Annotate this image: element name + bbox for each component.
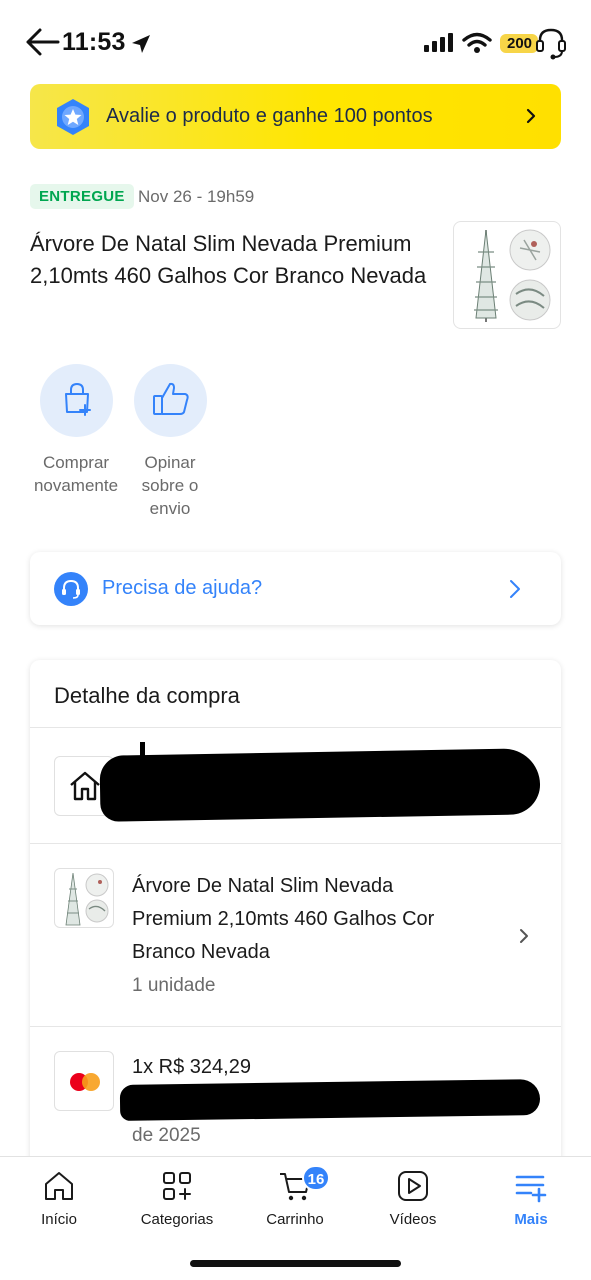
wifi-icon <box>462 32 492 53</box>
product-image[interactable] <box>453 221 561 329</box>
nav-item-inicio[interactable]: Início <box>4 1169 114 1228</box>
payment-date: de 2025 <box>132 1125 201 1146</box>
buy-again-action[interactable]: Comprar novamente <box>28 364 124 497</box>
payment-method-box <box>54 1051 114 1111</box>
thumbs-up-icon <box>152 382 189 415</box>
item-image[interactable] <box>54 868 114 928</box>
redacted-payment-info <box>119 1079 541 1121</box>
menu-plus-icon <box>515 1175 547 1203</box>
buy-again-label: Comprar novamente <box>33 453 119 495</box>
divider <box>30 727 561 728</box>
signal-icon <box>424 33 453 52</box>
nav-label: Início <box>41 1211 77 1228</box>
headset-icon <box>536 28 566 60</box>
nav-item-mais[interactable]: Mais <box>476 1169 586 1228</box>
rate-shipping-button[interactable] <box>133 364 207 437</box>
help-label: Precisa de ajuda? <box>102 577 263 599</box>
rate-shipping-label: Opinar sobre o envio <box>141 453 199 518</box>
status-bar: 11:53 200 <box>0 0 591 84</box>
battery-level: 200 <box>507 35 533 52</box>
nav-label: Vídeos <box>389 1211 437 1228</box>
nav-item-videos[interactable]: Vídeos <box>358 1169 468 1228</box>
redacted-mark <box>140 742 145 820</box>
chevron-right-icon <box>510 580 520 598</box>
rate-shipping-action[interactable]: Opinar sobre o envio <box>122 364 218 520</box>
nav-item-categorias[interactable]: Categorias <box>122 1169 232 1228</box>
star-badge-icon <box>57 99 89 135</box>
headset-support-icon <box>54 572 88 606</box>
bag-plus-icon <box>64 382 91 416</box>
divider <box>30 843 561 844</box>
nav-label: Categorias <box>140 1211 214 1228</box>
cart-count-badge: 16 <box>302 1165 330 1191</box>
item-title[interactable]: Árvore De Natal Slim Nevada Premium 2,10… <box>132 870 462 969</box>
categories-icon <box>163 1172 191 1200</box>
item-quantity: 1 unidade <box>132 975 216 996</box>
mastercard-icon <box>70 1073 100 1091</box>
chevron-right-icon[interactable] <box>518 927 530 945</box>
payment-amount: 1x R$ 324,29 <box>132 1056 251 1078</box>
nav-item-carrinho[interactable]: 16 Carrinho <box>240 1165 350 1228</box>
christmas-tree-image <box>65 872 109 926</box>
video-icon <box>398 1171 428 1201</box>
product-title[interactable]: Árvore De Natal Slim Nevada Premium 2,10… <box>30 228 430 292</box>
purchase-details-title: Detalhe da compra <box>54 683 240 708</box>
nav-label: Mais <box>514 1211 548 1228</box>
buy-again-button[interactable] <box>39 364 113 437</box>
chevron-right-icon <box>526 108 536 124</box>
divider <box>30 1026 561 1027</box>
nav-label: Carrinho <box>266 1211 324 1228</box>
review-promo-banner[interactable]: Avalie o produto e ganhe 100 pontos <box>30 84 561 149</box>
promo-text: Avalie o produto e ganhe 100 pontos <box>106 105 433 127</box>
clock-time: 11:53 <box>62 28 126 56</box>
redacted-address <box>99 748 541 822</box>
status-badge: ENTREGUE <box>30 184 134 209</box>
location-arrow-icon <box>132 35 150 53</box>
home-icon <box>70 771 100 801</box>
home-indicator <box>190 1260 401 1267</box>
home-icon <box>45 1172 73 1200</box>
battery-indicator: 200 <box>500 34 538 53</box>
help-card[interactable]: Precisa de ajuda? <box>30 552 561 625</box>
order-date: Nov 26 - 19h59 <box>138 187 255 206</box>
christmas-tree-image <box>474 229 551 322</box>
back-arrow-icon[interactable] <box>24 26 60 58</box>
